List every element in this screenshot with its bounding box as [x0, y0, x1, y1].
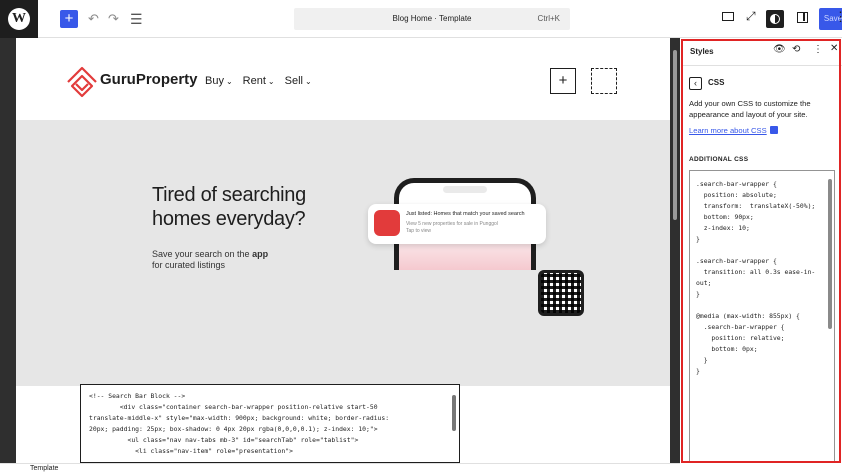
hero-subtext[interactable]: Save your search on the app for curated … — [152, 249, 268, 271]
editor-canvas: GuruProperty Buy ⌄ Rent ⌄ Sell ⌄ + Tired of… — [0, 38, 680, 463]
html-code-text[interactable]: <!-- Search Bar Block --> <div class="co… — [89, 391, 389, 457]
app-logo-icon — [374, 210, 400, 236]
css-code-text[interactable]: .search-bar-wrapper { position: absolute… — [696, 179, 815, 377]
scrollbar-thumb[interactable] — [673, 50, 677, 220]
hero-heading[interactable]: Tired of searching homes everyday? — [152, 183, 306, 231]
site-preview-frame: GuruProperty Buy ⌄ Rent ⌄ Sell ⌄ + Tired of… — [16, 38, 670, 463]
learn-more-label: Learn more about CSS — [689, 126, 767, 135]
empty-block-placeholder[interactable] — [591, 68, 617, 94]
additional-css-label: ADDITIONAL CSS — [689, 156, 749, 163]
close-icon[interactable]: ✕ — [830, 43, 838, 54]
nav-item-label: Sell — [284, 75, 303, 87]
house-logo-icon — [67, 66, 97, 98]
notification-card: Just listed: Homes that match your saved… — [368, 204, 546, 244]
command-shortcut: Ctrl+K — [537, 14, 560, 23]
chevron-down-icon: ⌄ — [267, 77, 275, 86]
half-circle-icon — [770, 14, 780, 24]
styles-toggle-button[interactable] — [766, 10, 784, 28]
css-editor-scrollbar[interactable] — [827, 173, 833, 459]
hero-heading-line: Tired of searching — [152, 184, 306, 206]
hero-heading-line: homes everyday? — [152, 208, 306, 230]
code-block-scrollbar[interactable] — [451, 387, 457, 462]
hero-subtext-prefix: Save your search on the — [152, 249, 253, 259]
edit-mode-icon[interactable]: ⤢ — [746, 9, 756, 24]
more-options-icon[interactable]: ⋮ — [813, 44, 823, 55]
nav-item-label: Buy — [205, 75, 224, 87]
chevron-down-icon: ⌄ — [304, 77, 312, 86]
sidebar-header: Styles 👁 ⟲ ⋮ ✕ — [681, 38, 842, 66]
editor-toolbar: W + ↶ ↷ ☰ Blog Home · Template Ctrl+K ⤢ … — [0, 0, 842, 38]
chevron-left-icon: ‹ — [694, 78, 697, 88]
canvas-scrollbar[interactable] — [672, 42, 678, 460]
section-title: CSS — [708, 78, 725, 87]
revisions-icon[interactable]: ⟲ — [792, 44, 800, 55]
wordpress-icon: W — [8, 8, 30, 30]
nav-item-sell[interactable]: Sell ⌄ — [285, 75, 312, 87]
settings-sidebar-icon[interactable] — [797, 12, 808, 23]
breadcrumb[interactable]: Template — [30, 465, 58, 472]
options-menu-icon[interactable]: ⋮ — [834, 9, 842, 25]
list-view-icon[interactable]: ☰ — [130, 10, 143, 28]
view-desktop-icon[interactable] — [722, 12, 734, 21]
styles-sidebar: Styles 👁 ⟲ ⋮ ✕ ‹ CSS Add your own CSS to… — [681, 38, 842, 475]
sidebar-title: Styles — [690, 47, 714, 56]
nav-item-label: Rent — [242, 75, 266, 87]
eye-icon[interactable]: 👁 — [773, 44, 786, 55]
nav-item-rent[interactable]: Rent ⌄ — [243, 75, 275, 87]
nav-item-buy[interactable]: Buy ⌄ — [205, 75, 233, 87]
learn-more-link[interactable]: Learn more about CSS — [689, 126, 778, 135]
editor-footer: Template — [0, 463, 680, 475]
notification-title: Just listed: Homes that match your saved… — [406, 211, 525, 217]
hero-subtext-line2: for curated listings — [152, 260, 226, 270]
scrollbar-thumb[interactable] — [452, 395, 456, 431]
external-link-icon — [769, 126, 778, 134]
additional-css-textarea[interactable]: .search-bar-wrapper { position: absolute… — [689, 170, 835, 462]
phone-notch — [443, 186, 487, 193]
document-title: Blog Home · Template — [392, 14, 472, 23]
scrollbar-thumb[interactable] — [828, 179, 832, 329]
notification-body-line: View 5 new properties for sale in Punggo… — [406, 221, 498, 227]
notification-body: View 5 new properties for sale in Punggo… — [406, 221, 498, 235]
site-navigation: Buy ⌄ Rent ⌄ Sell ⌄ — [205, 75, 312, 87]
custom-html-block[interactable]: <!-- Search Bar Block --> <div class="co… — [80, 384, 460, 463]
site-header: GuruProperty Buy ⌄ Rent ⌄ Sell ⌄ + — [16, 38, 670, 120]
css-description: Add your own CSS to customize the appear… — [689, 99, 811, 119]
hero-section: Tired of searching homes everyday? Save … — [16, 120, 670, 386]
command-palette-bar[interactable]: Blog Home · Template Ctrl+K — [294, 8, 570, 30]
notification-tap-line: Tap to view — [406, 228, 432, 234]
qr-code-image — [538, 270, 584, 316]
add-block-button[interactable]: + — [60, 10, 78, 28]
site-logo-text[interactable]: GuruProperty — [100, 71, 198, 88]
chevron-down-icon: ⌄ — [225, 77, 233, 86]
wordpress-logo-button[interactable]: W — [0, 0, 38, 38]
undo-icon[interactable]: ↶ — [88, 10, 99, 28]
back-button[interactable]: ‹ — [689, 77, 702, 90]
block-inserter-button[interactable]: + — [550, 68, 576, 94]
hero-subtext-bold: app — [252, 249, 269, 259]
redo-icon[interactable]: ↷ — [108, 10, 119, 28]
